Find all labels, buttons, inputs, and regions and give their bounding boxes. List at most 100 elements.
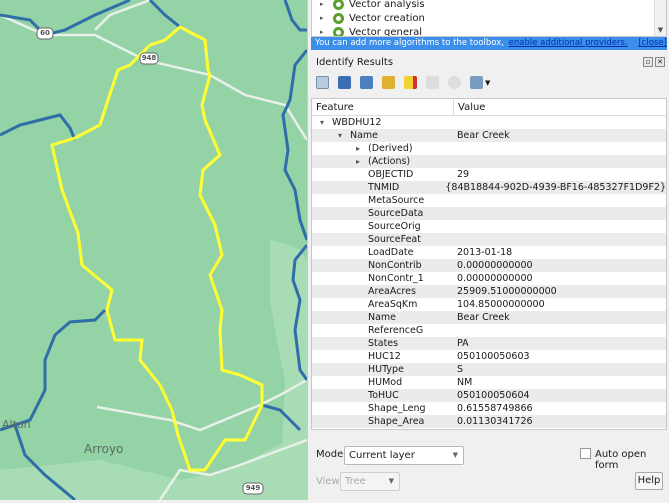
tree-row[interactable]: LoadDate 2013-01-18: [312, 246, 666, 259]
feature-label: NonContrib: [368, 260, 422, 271]
feature-label: SourceData: [368, 208, 424, 219]
rivers: [0, 0, 309, 502]
feature-label: WBDHU12: [332, 117, 382, 128]
tree-row[interactable]: ReferenceG: [312, 324, 666, 337]
expand-arrow-icon[interactable]: ▸: [356, 155, 368, 168]
value-cell: [454, 220, 666, 233]
feature-label: TNMID: [368, 182, 400, 193]
expand-tree-icon[interactable]: [338, 76, 351, 89]
feature-label: Shape_Area: [368, 416, 425, 427]
feature-label: Name: [368, 312, 397, 323]
feature-label: OBJECTID: [368, 169, 414, 180]
tree-row[interactable]: HUType S: [312, 363, 666, 376]
feature-label: SourceFeat: [368, 234, 421, 245]
tree-row[interactable]: HUMod NM: [312, 376, 666, 389]
help-button[interactable]: Help: [635, 472, 663, 490]
column-header-value[interactable]: Value: [454, 99, 485, 115]
tree-row[interactable]: States PA: [312, 337, 666, 350]
tree-row[interactable]: SourceOrig: [312, 220, 666, 233]
collapse-tree-icon[interactable]: [360, 76, 373, 89]
value-cell: 0.00000000000: [457, 260, 533, 271]
tree-row[interactable]: ▾ WBDHU12: [312, 116, 666, 129]
close-panel-icon[interactable]: ✕: [655, 57, 665, 67]
tree-row[interactable]: ▸ (Actions): [312, 155, 666, 168]
feature-label: ReferenceG: [368, 325, 424, 336]
tree-row[interactable]: AreaSqKm 104.85000000000: [312, 298, 666, 311]
tree-row[interactable]: HUC12 050100050603: [312, 350, 666, 363]
panel-title: Identify Results: [316, 57, 394, 68]
tree-row[interactable]: Shape_Leng 0.61558749866: [312, 402, 666, 415]
watershed-boundary[interactable]: [50, 25, 264, 472]
feature-cell: HUMod: [312, 376, 454, 389]
mode-select[interactable]: Current layer ▼: [344, 446, 464, 465]
value-cell: 25909.51000000000: [457, 286, 557, 297]
toolbox-item-vector-creation[interactable]: ▸ Vector creation: [320, 11, 425, 25]
map-canvas[interactable]: 60 948 949 Alton Arroyo: [0, 0, 309, 502]
toolbox-item-vector-analysis[interactable]: ▸ Vector analysis: [320, 0, 425, 11]
tree-row[interactable]: OBJECTID 29: [312, 168, 666, 181]
value-cell: 29: [457, 169, 470, 180]
road-shields: [36, 27, 264, 495]
scrollbar[interactable]: ▼: [654, 0, 666, 36]
tree-row[interactable]: SourceFeat: [312, 233, 666, 246]
value-cell: [454, 324, 666, 337]
expand-new-results-icon[interactable]: [382, 76, 395, 89]
map-svg: [0, 0, 309, 502]
value-cell: [454, 155, 666, 168]
feature-cell: Name: [312, 311, 454, 324]
tree-row[interactable]: MetaSource: [312, 194, 666, 207]
toolbox-item-vector-general[interactable]: ▸ Vector general: [320, 25, 423, 37]
feature-cell: ▾ Name: [312, 129, 454, 142]
feature-cell: SourceData: [312, 207, 454, 220]
providers-banner: You can add more algorithms to the toolb…: [311, 37, 667, 50]
processing-toolbox-tree: ▸ Vector analysis ▸ Vector creation ▸ Vecto…: [311, 0, 667, 37]
tree-row[interactable]: ▸ (Derived): [312, 142, 666, 155]
select-mode-icon[interactable]: [470, 76, 483, 89]
auto-open-form-checkbox[interactable]: [580, 448, 591, 459]
tree-row[interactable]: Shape_Area 0.01130341726: [312, 415, 666, 428]
feature-cell: ▸ (Derived): [312, 142, 454, 155]
tree-row[interactable]: ▾ Name Bear Creek: [312, 129, 666, 142]
view-feature-form-icon[interactable]: [316, 76, 329, 89]
value-cell: 0.61558749866: [457, 403, 533, 414]
expand-arrow-icon[interactable]: ▾: [320, 116, 332, 129]
value-cell: 0.01130341726: [457, 416, 533, 427]
enable-providers-link[interactable]: enable additional providers.: [509, 38, 628, 48]
feature-cell: Shape_Leng: [312, 402, 454, 415]
column-header-feature[interactable]: Feature: [312, 99, 454, 115]
expand-icon: ▸: [320, 28, 324, 36]
tree-row[interactable]: Name Bear Creek: [312, 311, 666, 324]
dropdown-arrow-icon[interactable]: ▼: [485, 79, 490, 87]
tree-row[interactable]: SourceData: [312, 207, 666, 220]
value-cell: Bear Creek: [457, 130, 510, 141]
tree-row[interactable]: AreaAcres 25909.51000000000: [312, 285, 666, 298]
value-cell: Bear Creek: [457, 312, 510, 323]
tree-row[interactable]: NonContrib 0.00000000000: [312, 259, 666, 272]
tree-row[interactable]: NonContr_1 0.00000000000: [312, 272, 666, 285]
feature-cell: OBJECTID: [312, 168, 454, 181]
expand-arrow-icon[interactable]: ▾: [338, 129, 350, 142]
feature-label: SourceOrig: [368, 221, 421, 232]
value-cell: [454, 142, 666, 155]
expand-icon: ▸: [320, 0, 324, 8]
value-cell: 0.00000000000: [457, 273, 533, 284]
clear-results-icon[interactable]: [404, 76, 417, 89]
feature-cell: HUC12: [312, 350, 454, 363]
identify-results-tree: Feature Value ▾ WBDHU12 ▾ Name Bear Creek ▸ (De…: [311, 98, 667, 430]
expand-arrow-icon[interactable]: ▸: [356, 142, 368, 155]
float-panel-icon[interactable]: ▫: [643, 57, 653, 67]
tree-row[interactable]: ToHUC 050100050604: [312, 389, 666, 402]
view-value: Tree: [345, 476, 366, 487]
feature-cell: ReferenceG: [312, 324, 454, 337]
feature-cell: AreaAcres: [312, 285, 454, 298]
value-cell: S: [457, 364, 464, 375]
identify-toolbar: ▼: [316, 76, 490, 89]
feature-label: Name: [350, 130, 379, 141]
toolbox-item-label: Vector general: [349, 26, 423, 37]
feature-cell: Shape_Area: [312, 415, 454, 428]
value-cell: {84B18844-902D-4939-BF16-485327F1D9F2}: [445, 182, 666, 193]
value-cell: [454, 194, 666, 207]
close-banner-link[interactable]: [close]: [638, 38, 667, 48]
tree-row[interactable]: TNMID {84B18844-902D-4939-BF16-485327F1D9…: [312, 181, 666, 194]
value-cell: [454, 207, 666, 220]
